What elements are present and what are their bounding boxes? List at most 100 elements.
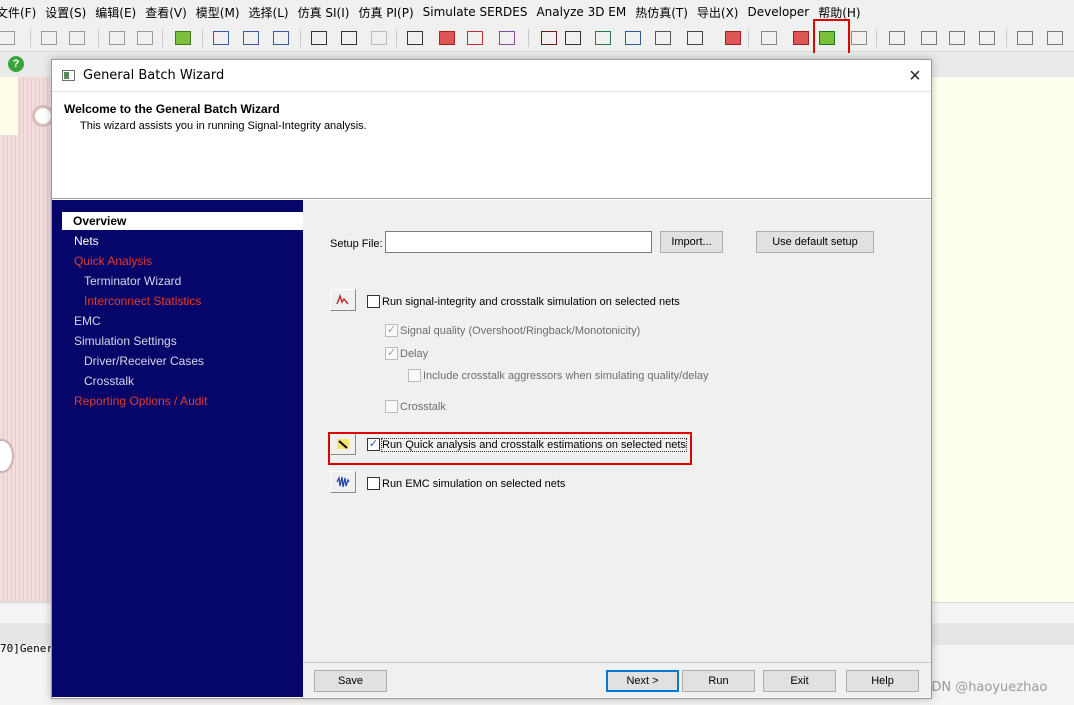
terminator-icon-glyph bbox=[439, 31, 455, 45]
emc-checkbox[interactable] bbox=[367, 477, 380, 490]
ibis-icon[interactable] bbox=[848, 28, 870, 48]
pcb-canvas[interactable] bbox=[0, 77, 52, 602]
net-select-icon[interactable] bbox=[338, 28, 360, 48]
menu-item[interactable]: Analyze 3D EM bbox=[536, 5, 635, 19]
wizard-footer: Save Next > Run Exit Help bbox=[303, 662, 931, 697]
aggressors-label: Include crosstalk aggressors when simula… bbox=[423, 370, 709, 382]
menu-item[interactable]: 选择(L) bbox=[249, 4, 298, 21]
menu-item[interactable]: 查看(V) bbox=[145, 4, 196, 21]
terminator-icon[interactable] bbox=[436, 28, 458, 48]
waveform-icon[interactable] bbox=[464, 28, 486, 48]
folder-icon[interactable] bbox=[66, 28, 88, 48]
toolbar-separator bbox=[1006, 29, 1007, 47]
help-button[interactable]: Help bbox=[846, 670, 919, 692]
net-probe-icon[interactable] bbox=[308, 28, 330, 48]
menu-bar: 文件(F) 设置(S) 编辑(E) 查看(V) 模型(M) 选择(L) 仿真 SI(I) 仿真… bbox=[0, 0, 1074, 24]
menu-item[interactable]: 模型(M) bbox=[196, 4, 249, 21]
zoom-in-icon[interactable] bbox=[210, 28, 232, 48]
grid-icon-glyph bbox=[761, 31, 777, 45]
save-button[interactable]: Save bbox=[314, 670, 387, 692]
help-circle-icon[interactable]: ? bbox=[8, 56, 24, 72]
run-button[interactable]: Run bbox=[682, 670, 755, 692]
zoom-fit-icon[interactable] bbox=[270, 28, 292, 48]
page-icon[interactable] bbox=[368, 28, 390, 48]
zoom-out-icon[interactable] bbox=[240, 28, 262, 48]
component-icon[interactable] bbox=[538, 28, 560, 48]
component-icon-glyph bbox=[541, 31, 557, 45]
crosstalk-checkbox[interactable] bbox=[385, 400, 398, 413]
welcome-description: This wizard assists you in running Signa… bbox=[80, 120, 367, 132]
copy-icon[interactable] bbox=[106, 28, 128, 48]
net-list-icon[interactable] bbox=[404, 28, 426, 48]
nav-item-emc[interactable]: EMC bbox=[74, 314, 101, 328]
menu-item[interactable]: 设置(S) bbox=[45, 4, 95, 21]
paste-icon[interactable] bbox=[134, 28, 156, 48]
menu-item[interactable]: 热仿真(T) bbox=[635, 4, 697, 21]
signal-quality-label: Signal quality (Overshoot/Ringback/Monot… bbox=[400, 325, 641, 337]
nav-item-quick-analysis[interactable]: Quick Analysis bbox=[74, 254, 152, 268]
stackup-icon[interactable] bbox=[652, 28, 674, 48]
toolbar-separator bbox=[528, 29, 529, 47]
wizard-nav: Overview Nets Quick Analysis Terminator Wiz… bbox=[52, 200, 303, 697]
nav-item-terminator-wizard[interactable]: Terminator Wizard bbox=[84, 274, 181, 288]
dialog-title: General Batch Wizard bbox=[83, 68, 225, 83]
next-button[interactable]: Next > bbox=[606, 670, 679, 692]
sparam-icon[interactable] bbox=[684, 28, 706, 48]
open-icon[interactable] bbox=[0, 28, 18, 48]
nav-item-overview[interactable]: Overview bbox=[62, 212, 303, 230]
board-icon[interactable] bbox=[790, 28, 812, 48]
main-toolbar bbox=[0, 24, 1074, 52]
zoom-in-icon-glyph bbox=[213, 31, 229, 45]
general-batch-wizard-dialog: General Batch Wizard × Welcome to the Ge… bbox=[51, 59, 932, 699]
menu-item[interactable]: 仿真 SI(I) bbox=[298, 4, 359, 21]
signal-icon[interactable] bbox=[622, 28, 644, 48]
stackup-icon-glyph bbox=[655, 31, 671, 45]
signal-icon-glyph bbox=[625, 31, 641, 45]
setup-file-input[interactable] bbox=[385, 231, 652, 253]
signal-quality-checkbox[interactable]: ✓ bbox=[385, 324, 398, 337]
menu-item[interactable]: 文件(F) bbox=[0, 4, 45, 21]
nav-item-simulation-settings[interactable]: Simulation Settings bbox=[74, 334, 177, 348]
si-checkbox[interactable] bbox=[367, 295, 380, 308]
close-button[interactable]: × bbox=[902, 64, 928, 88]
nav-item-crosstalk[interactable]: Crosstalk bbox=[84, 374, 134, 388]
menu-item[interactable]: 编辑(E) bbox=[95, 4, 145, 21]
eye-icon[interactable] bbox=[562, 28, 584, 48]
emc-icon[interactable] bbox=[946, 28, 968, 48]
grid-icon[interactable] bbox=[758, 28, 780, 48]
nav-item-interconnect-statistics[interactable]: Interconnect Statistics bbox=[84, 294, 201, 308]
crosstalk-label: Crosstalk bbox=[400, 401, 446, 413]
menu-item[interactable]: 帮助(H) bbox=[818, 4, 869, 21]
ami-icon[interactable] bbox=[976, 28, 998, 48]
layout-icon[interactable] bbox=[722, 28, 744, 48]
ami-icon-glyph bbox=[979, 31, 995, 45]
menu-item[interactable]: 仿真 PI(P) bbox=[358, 4, 422, 21]
aggressors-checkbox[interactable] bbox=[408, 369, 421, 382]
chart-icon[interactable] bbox=[886, 28, 908, 48]
panel-icon[interactable] bbox=[1014, 28, 1036, 48]
welcome-title: Welcome to the General Batch Wizard bbox=[64, 102, 280, 116]
nav-item-reporting-options-audit[interactable]: Reporting Options / Audit bbox=[74, 394, 207, 408]
board-notch bbox=[0, 77, 18, 135]
nav-item-nets[interactable]: Nets bbox=[74, 234, 99, 248]
delay-checkbox[interactable]: ✓ bbox=[385, 347, 398, 360]
import-button[interactable]: Import... bbox=[660, 231, 723, 253]
dialog-titlebar[interactable]: General Batch Wizard × bbox=[52, 60, 931, 91]
library-icon[interactable] bbox=[1044, 28, 1066, 48]
menu-item[interactable]: Simulate SERDES bbox=[423, 5, 537, 19]
board-view-icon[interactable] bbox=[172, 28, 194, 48]
page-icon-glyph bbox=[371, 31, 387, 45]
crosstalk-icon[interactable] bbox=[918, 28, 940, 48]
pcb-icon[interactable] bbox=[592, 28, 614, 48]
exit-button[interactable]: Exit bbox=[763, 670, 836, 692]
layout-canvas[interactable] bbox=[931, 77, 1074, 602]
menu-item[interactable]: 导出(X) bbox=[697, 4, 748, 21]
print-icon[interactable] bbox=[38, 28, 60, 48]
panel-icon-glyph bbox=[1017, 31, 1033, 45]
use-default-setup-button[interactable]: Use default setup bbox=[756, 231, 874, 253]
menu-item[interactable]: Developer bbox=[748, 5, 819, 19]
route-icon[interactable] bbox=[496, 28, 518, 48]
ibis-icon-glyph bbox=[851, 31, 867, 45]
toolbar-separator bbox=[98, 29, 99, 47]
nav-item-driver-receiver-cases[interactable]: Driver/Receiver Cases bbox=[84, 354, 204, 368]
